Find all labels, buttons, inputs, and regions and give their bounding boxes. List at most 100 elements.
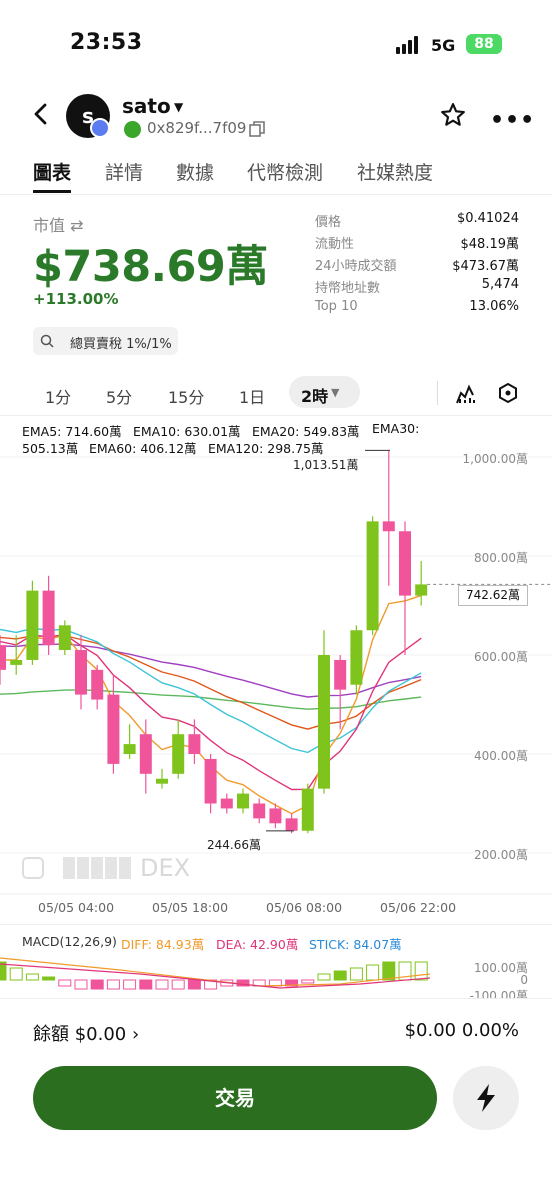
- candle-body: [172, 734, 185, 774]
- market-cap-change: +113.00%: [33, 290, 119, 308]
- macd-bar: [366, 964, 380, 981]
- candle-body: [285, 818, 298, 831]
- tax-label: 總買賣稅 1%/1%: [70, 337, 172, 352]
- candle-body: [366, 521, 379, 631]
- candle-body: [123, 744, 136, 754]
- divider: [0, 924, 552, 925]
- y-axis-tick: 400.00萬: [474, 749, 528, 763]
- settings-icon[interactable]: [497, 382, 519, 404]
- copy-icon[interactable]: [249, 121, 265, 137]
- tab-token-check[interactable]: 代幣檢測: [247, 158, 323, 185]
- low-label: 244.66萬: [207, 838, 261, 852]
- macd-title: MACD(12,26,9): [22, 934, 117, 949]
- balance-value: $0.00 0.00%: [404, 1020, 519, 1041]
- tab-details[interactable]: 詳情: [105, 158, 143, 185]
- stat-label: 流動性: [315, 237, 355, 252]
- macd-axis-tick: -100.00萬: [469, 989, 528, 998]
- token-name[interactable]: sato: [122, 94, 171, 118]
- candle-body: [107, 694, 120, 764]
- timeframe-1d[interactable]: 1日: [239, 384, 265, 408]
- stat-value: 13.06%: [469, 299, 519, 314]
- stat-label: 持幣地址數: [315, 281, 381, 296]
- macd-bar: [58, 979, 72, 987]
- caret-down-icon: ▼: [331, 386, 340, 399]
- network-label: 5G: [431, 36, 456, 55]
- timeframe-5m[interactable]: 5分: [106, 384, 132, 408]
- divider: [0, 194, 552, 195]
- indicator-icon[interactable]: [455, 383, 477, 405]
- timeframe-15m[interactable]: 15分: [168, 384, 204, 408]
- y-axis-tick: 200.00萬: [474, 848, 528, 862]
- tab-social[interactable]: 社媒熱度: [357, 158, 433, 185]
- divider: [437, 381, 438, 405]
- status-time: 23:53: [70, 30, 143, 55]
- candle-body: [237, 793, 249, 809]
- candle-body: [253, 803, 266, 819]
- balance-label[interactable]: 餘額 $0.00 ›: [33, 1020, 139, 1046]
- stat-value: $473.67萬: [452, 259, 519, 274]
- candle-body: [91, 669, 104, 700]
- candle-body: [415, 584, 428, 596]
- trade-button[interactable]: 交易: [33, 1066, 437, 1130]
- candle-body: [139, 734, 152, 774]
- stat-value: 5,474: [481, 277, 519, 292]
- stat-label: 24小時成交額: [315, 259, 397, 274]
- candle-body: [204, 758, 217, 804]
- ethereum-icon: [90, 118, 110, 138]
- macd-dea-line: [0, 963, 431, 989]
- quick-trade-button[interactable]: [453, 1066, 519, 1130]
- tab-indicator: [33, 190, 71, 193]
- favorite-star-icon[interactable]: [440, 102, 466, 128]
- current-price-tag: 742.62萬: [458, 585, 528, 606]
- okx-logo-icon: [22, 857, 44, 879]
- candle-body: [334, 659, 347, 690]
- stat-value: $0.41024: [456, 211, 519, 226]
- candle-body: [26, 590, 39, 660]
- token-address: 0x829f...7f09: [147, 119, 247, 137]
- x-axis-tick: 05/05 18:00: [152, 900, 229, 915]
- back-icon[interactable]: [30, 102, 54, 126]
- x-axis-tick: 05/06 22:00: [380, 900, 457, 915]
- battery-icon: 88: [466, 34, 502, 54]
- candle-body: [318, 655, 330, 789]
- tab-data[interactable]: 數據: [176, 158, 214, 185]
- more-options-icon[interactable]: •••: [490, 108, 535, 133]
- stat-label: 價格: [315, 215, 342, 230]
- candle-body: [399, 531, 411, 596]
- high-label: 1,013.51萬: [293, 458, 359, 472]
- macd-bar: [106, 979, 120, 990]
- candle-body: [269, 808, 282, 824]
- candle-body: [301, 788, 314, 831]
- macd-bar: [90, 979, 104, 990]
- candle-body: [188, 734, 201, 754]
- candle-body: [156, 778, 168, 784]
- macd-axis-tick: 0: [520, 973, 528, 987]
- stat-label: Top 10: [315, 299, 358, 314]
- divider: [0, 998, 552, 999]
- contract-icon: [124, 121, 141, 138]
- candlestick-chart[interactable]: [0, 415, 552, 895]
- macd-bar: [42, 976, 56, 981]
- timeframe-1m[interactable]: 1分: [45, 384, 71, 408]
- macd-bar: [317, 973, 331, 981]
- caret-down-icon[interactable]: ▼: [174, 100, 183, 114]
- candle-body: [10, 659, 23, 665]
- okx-logo: [63, 857, 133, 879]
- x-axis-tick: 05/06 08:00: [266, 900, 343, 915]
- y-axis-tick: 1,000.00萬: [462, 452, 528, 466]
- macd-bar: [155, 979, 169, 990]
- stat-value: $48.19萬: [460, 237, 520, 252]
- candle-body: [382, 521, 395, 532]
- candle-body: [350, 630, 363, 685]
- macd-bar: [187, 979, 201, 990]
- macd-bar: [414, 961, 428, 981]
- macd-bar: [123, 979, 137, 990]
- dex-watermark: DEX: [140, 854, 191, 882]
- macd-bar: [139, 979, 153, 990]
- macd-bar: [382, 961, 396, 981]
- y-axis-tick: 600.00萬: [474, 650, 528, 664]
- candle-body: [42, 590, 55, 646]
- x-axis-tick: 05/05 04:00: [38, 900, 115, 915]
- macd-bar: [171, 979, 185, 990]
- tab-chart[interactable]: 圖表: [33, 158, 71, 185]
